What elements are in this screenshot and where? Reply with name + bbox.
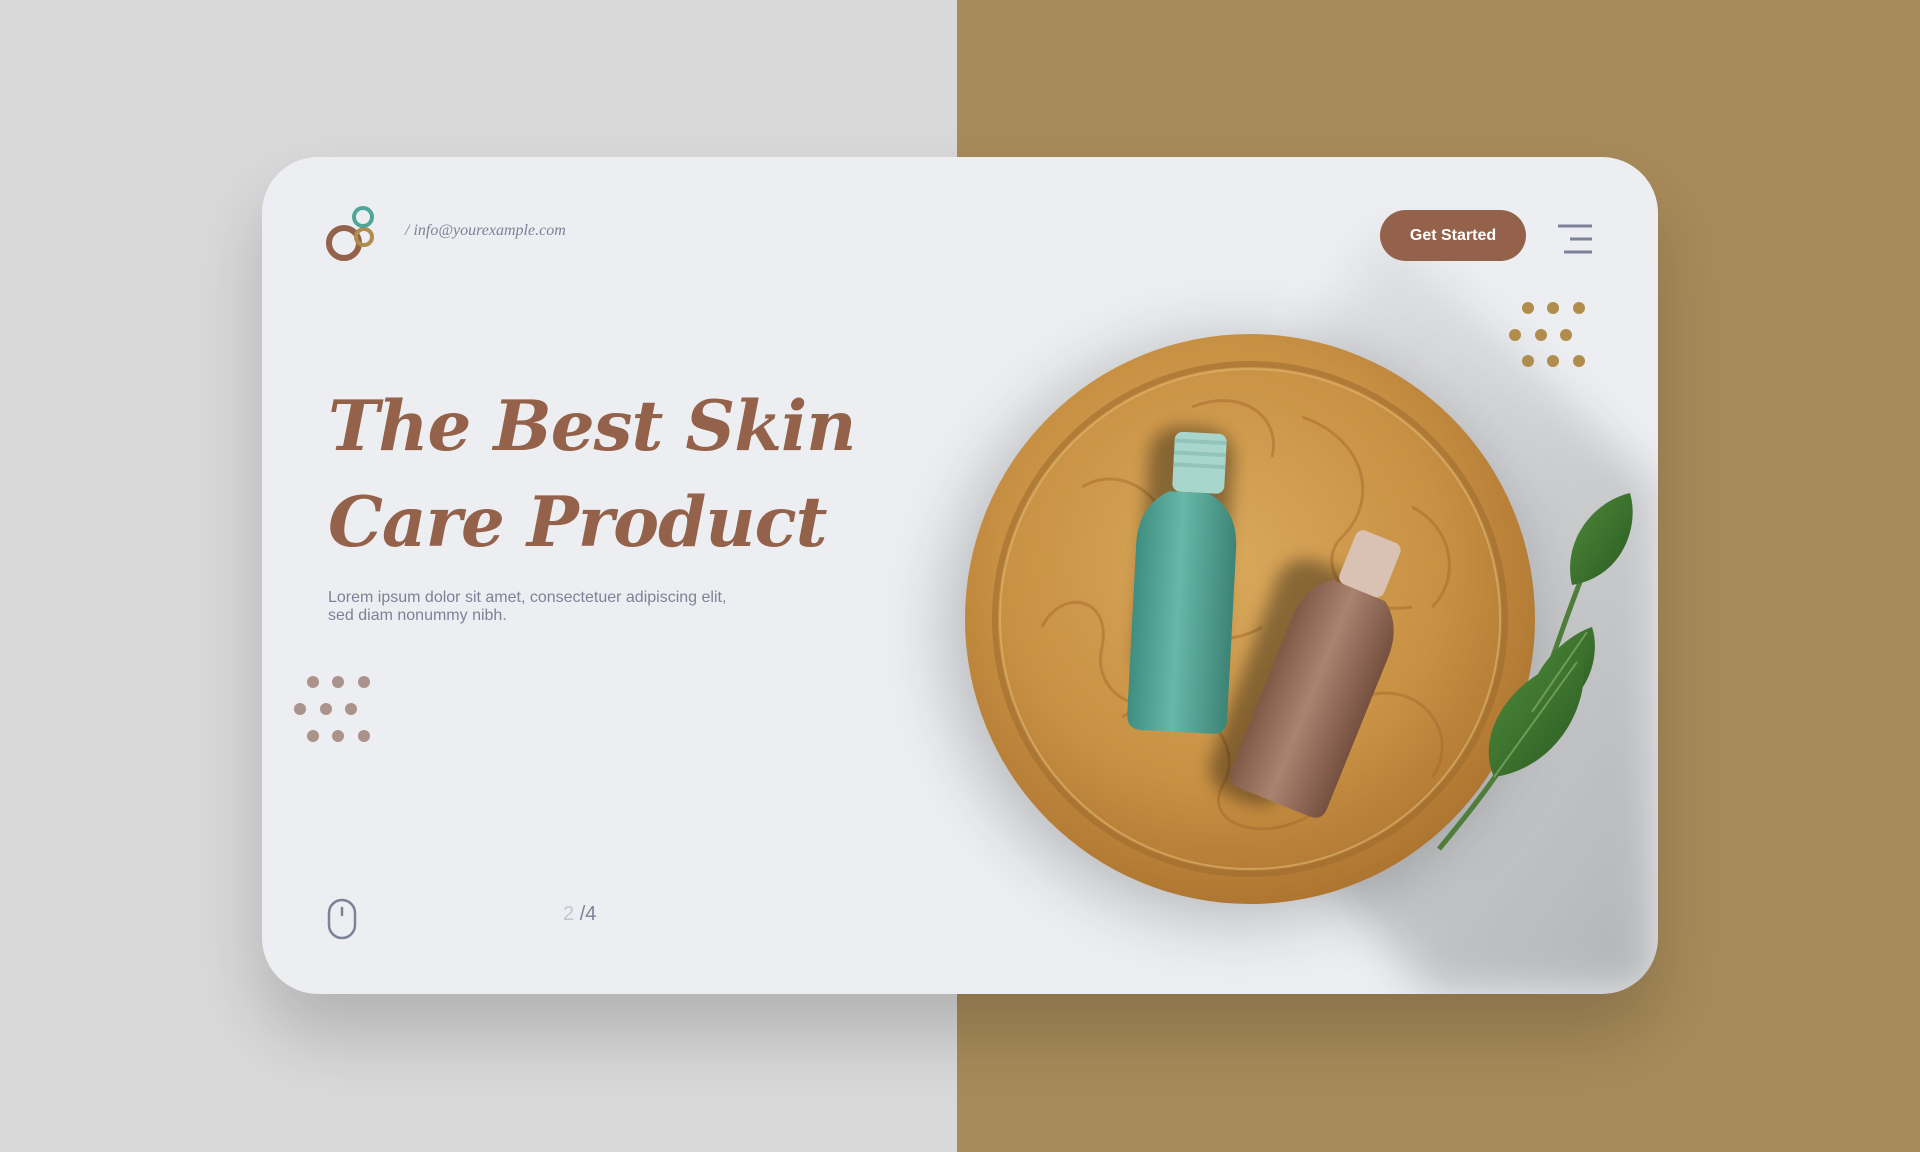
get-started-button[interactable]: Get Started (1380, 210, 1526, 261)
hero-title: The Best Skin Care Product (328, 379, 856, 571)
hero-title-line1: The Best Skin (328, 386, 856, 467)
contact-email[interactable]: / info@yourexample.com (405, 222, 566, 240)
slide-pagination: 2 /4 (563, 903, 596, 926)
pagination-current: 2 (563, 903, 575, 925)
product-image (907, 227, 1658, 994)
decorative-dots-gold (1509, 302, 1585, 367)
hero-subtitle: Lorem ipsum dolor sit amet, consectetuer… (328, 589, 727, 624)
scroll-mouse-icon[interactable] (327, 898, 357, 940)
hamburger-menu-icon[interactable] (1556, 223, 1594, 255)
pagination-total: 4 (585, 903, 597, 925)
circles-logo-icon[interactable] (324, 205, 384, 265)
hero-card: / info@yourexample.com Get Started The B… (262, 157, 1658, 994)
decorative-dots-brown (294, 676, 370, 742)
hero-title-line2: Care Product (328, 482, 827, 563)
